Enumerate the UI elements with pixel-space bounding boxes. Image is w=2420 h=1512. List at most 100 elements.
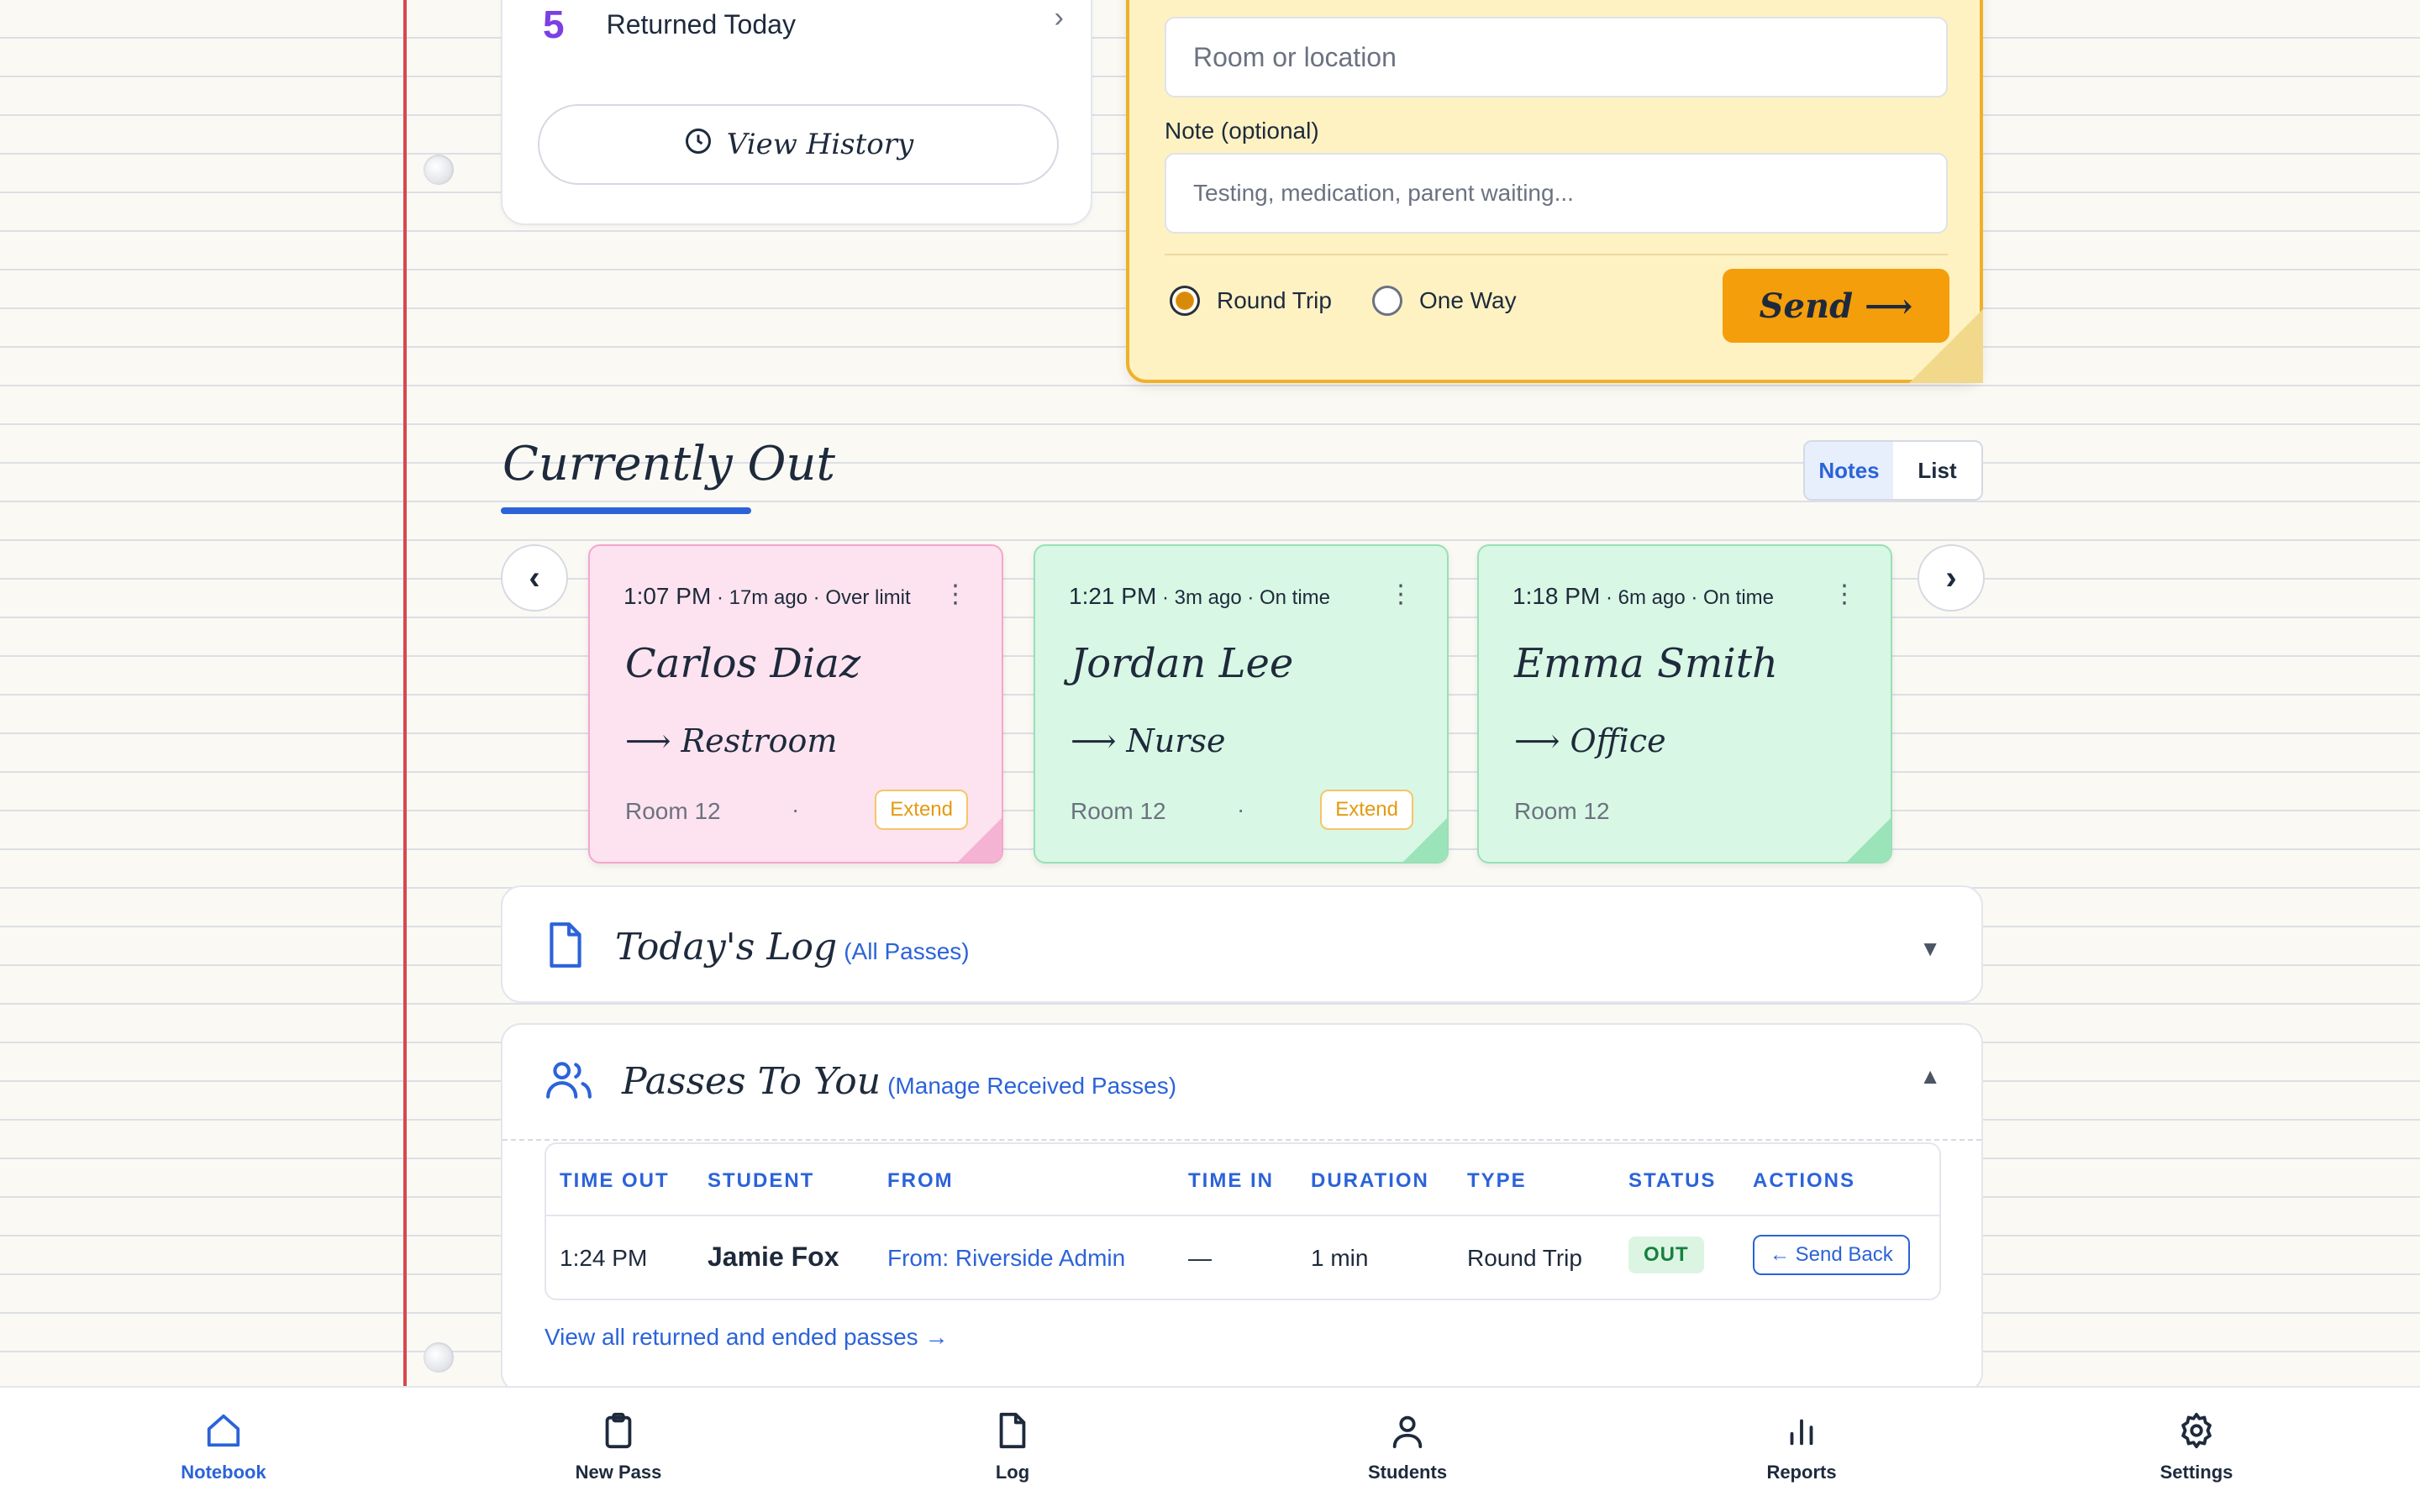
pass-meta: 1:07 PM · 17m ago · Over limit [623, 583, 911, 610]
view-all-passes-link[interactable]: View all returned and ended passes → [544, 1324, 948, 1351]
more-options-icon[interactable]: ⋮ [1388, 580, 1413, 609]
pass-meta: 1:21 PM · 3m ago · On time [1069, 583, 1330, 610]
table-header: TIME OUT STUDENT FROM TIME IN DURATION T… [546, 1144, 1939, 1216]
passes-table: TIME OUT STUDENT FROM TIME IN DURATION T… [544, 1142, 1941, 1300]
currently-out-title: Currently Out [502, 437, 835, 491]
binder-hole [424, 1342, 454, 1373]
returned-today-card: 5 Returned Today › View History [501, 0, 1092, 225]
chevron-right-icon: › [1054, 2, 1064, 34]
chevron-left-icon: ‹ [529, 559, 540, 596]
view-history-button[interactable]: View History [538, 104, 1059, 185]
title-underline [501, 507, 751, 514]
note-label: Note (optional) [1165, 118, 1319, 144]
nav-label: New Pass [575, 1462, 662, 1483]
manage-received-link[interactable]: (Manage Received Passes) [887, 1073, 1176, 1100]
one-way-option[interactable]: One Way [1371, 286, 1517, 316]
separator-dot: · [1237, 796, 1245, 822]
nav-label: Notebook [181, 1462, 266, 1483]
bottom-nav: Notebook New Pass Log Students Reports S… [0, 1386, 2420, 1512]
column-header: TIME IN [1188, 1169, 1274, 1192]
list-view-button[interactable]: List [1893, 442, 1981, 499]
column-header: STUDENT [708, 1169, 815, 1192]
binder-hole [424, 155, 454, 185]
more-options-icon[interactable]: ⋮ [943, 580, 968, 609]
returned-label: Returned Today [606, 8, 796, 39]
time-in-cell: — [1188, 1245, 1212, 1271]
room-label: Room 12 [625, 798, 721, 824]
destination: ⟶ Restroom [625, 722, 838, 759]
notes-view-button[interactable]: Notes [1805, 442, 1893, 499]
extend-button[interactable]: Extend [1320, 790, 1413, 830]
caret-down-icon[interactable]: ▼ [1919, 936, 1941, 962]
next-arrow-button[interactable]: › [1918, 544, 1985, 612]
bar-chart-icon [1790, 1419, 1813, 1446]
returned-today-row[interactable]: 5 Returned Today › [543, 2, 1064, 47]
pass-time: 1:21 PM [1069, 583, 1157, 609]
from-cell[interactable]: From: Riverside Admin [887, 1245, 1125, 1272]
more-options-icon[interactable]: ⋮ [1832, 580, 1857, 609]
page-fold [1402, 816, 1447, 862]
view-toggle: Notes List [1803, 440, 1983, 501]
round-trip-label: Round Trip [1217, 287, 1332, 313]
page-fold [1909, 309, 1983, 383]
table-row: 1:24 PM Jamie Fox From: Riverside Admin … [546, 1216, 1939, 1299]
room-label: Room 12 [1071, 798, 1166, 824]
prev-arrow-button[interactable]: ‹ [501, 544, 568, 612]
nav-students[interactable]: Students [1323, 1411, 1491, 1483]
one-way-radio[interactable] [1371, 286, 1402, 316]
page-fold [956, 816, 1002, 862]
column-header: TIME OUT [560, 1169, 670, 1192]
form-divider [1165, 254, 1948, 255]
column-header: FROM [887, 1169, 954, 1192]
pass-status: · 17m ago · Over limit [711, 586, 911, 609]
nav-label: Settings [2160, 1462, 2233, 1483]
student-name: Jordan Lee [1071, 640, 1294, 687]
user-icon [1392, 1415, 1423, 1449]
pass-status: · 6m ago · On time [1600, 586, 1775, 609]
room-input[interactable] [1165, 17, 1948, 97]
view-history-label: View History [726, 128, 914, 161]
all-passes-link[interactable]: (All Passes) [844, 938, 969, 965]
nav-label: Reports [1766, 1462, 1837, 1483]
nav-notebook[interactable]: Notebook [139, 1411, 308, 1483]
nav-log[interactable]: Log [929, 1411, 1097, 1483]
one-way-label: One Way [1418, 287, 1517, 313]
nav-label: Students [1367, 1462, 1448, 1483]
note-input[interactable] [1165, 153, 1948, 234]
page-fold [1845, 816, 1891, 862]
student-name: Carlos Diaz [625, 640, 861, 687]
column-header: STATUS [1628, 1169, 1717, 1192]
column-header: ACTIONS [1753, 1169, 1855, 1192]
passes-to-you-title: Passes To You [622, 1060, 881, 1103]
pass-note-card[interactable]: 1:18 PM · 6m ago · On time ⋮ Emma Smith … [1477, 544, 1892, 864]
pass-time: 1:07 PM [623, 583, 712, 609]
round-trip-option[interactable]: Round Trip [1170, 286, 1332, 316]
gear-icon [2181, 1412, 2212, 1449]
caret-up-icon[interactable]: ▲ [1919, 1063, 1941, 1089]
notebook-margin-line [403, 0, 407, 1386]
clipboard-icon [605, 1412, 632, 1449]
passes-to-you-header: Passes To You (Manage Received Passes) [544, 1058, 1176, 1105]
destination: ⟶ Office [1514, 722, 1666, 759]
type-cell: Round Trip [1467, 1245, 1582, 1271]
nav-reports[interactable]: Reports [1718, 1411, 1886, 1483]
column-header: TYPE [1467, 1169, 1527, 1192]
nav-label: Log [995, 1462, 1030, 1483]
nav-settings[interactable]: Settings [2112, 1411, 2281, 1483]
panel-divider [502, 1139, 1981, 1141]
nav-new-pass[interactable]: New Pass [534, 1411, 702, 1483]
todays-log-header: Today's Log (All Passes) [544, 921, 970, 974]
pass-note-card[interactable]: 1:07 PM · 17m ago · Over limit ⋮ Carlos … [588, 544, 1003, 864]
column-header: DURATION [1311, 1169, 1429, 1192]
pass-note-card[interactable]: 1:21 PM · 3m ago · On time ⋮ Jordan Lee … [1034, 544, 1449, 864]
users-icon [544, 1058, 593, 1105]
destination: ⟶ Nurse [1071, 722, 1226, 759]
send-back-button[interactable]: ← Send Back [1753, 1235, 1910, 1275]
home-icon [207, 1414, 240, 1447]
todays-log-panel[interactable]: Today's Log (All Passes) ▼ [501, 885, 1983, 1003]
extend-button[interactable]: Extend [875, 790, 968, 830]
pass-meta: 1:18 PM · 6m ago · On time [1512, 583, 1774, 610]
todays-log-title: Today's Log [615, 926, 838, 969]
document-icon [999, 1412, 1026, 1449]
round-trip-radio[interactable] [1170, 286, 1200, 316]
